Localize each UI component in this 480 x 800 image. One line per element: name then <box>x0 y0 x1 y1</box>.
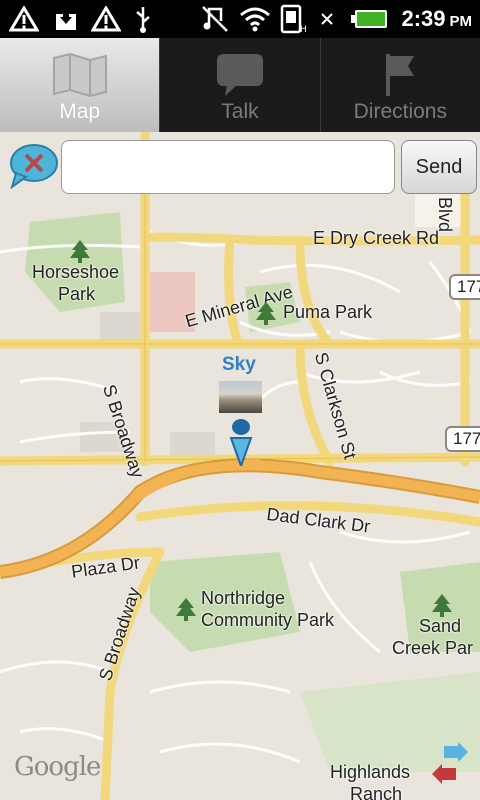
place-label: Horseshoe <box>32 262 120 282</box>
map-view[interactable]: E Dry Creek Rd E Mineral Ave S Broadway … <box>0 132 480 800</box>
place-label: Northridge <box>201 588 286 608</box>
clock-ampm: PM <box>449 13 473 30</box>
place-label: Puma Park <box>283 302 373 322</box>
place-label: Ranch <box>350 784 403 800</box>
wifi-icon <box>238 0 272 38</box>
place-label: Creek Par <box>392 638 474 658</box>
place-label: Sand <box>419 616 462 636</box>
usb-icon <box>130 0 156 38</box>
place-label: Community Park <box>201 610 335 630</box>
speech-bubble-icon <box>215 52 265 98</box>
tab-talk[interactable]: Talk <box>160 38 321 132</box>
park-tree-icon <box>432 594 452 617</box>
tab-talk-label: Talk <box>221 100 259 123</box>
flag-icon <box>380 52 420 98</box>
marker-name: Sky <box>222 354 256 375</box>
place-label: Highlands <box>330 762 411 782</box>
signal-off-icon <box>318 0 336 38</box>
tab-directions-label: Directions <box>353 100 447 123</box>
navigation-arrows-icon[interactable] <box>430 742 470 786</box>
place-label: Park <box>58 284 96 304</box>
music-off-icon <box>200 0 230 38</box>
park-tree-icon <box>176 598 196 621</box>
park-tree-icon <box>256 302 276 325</box>
highway-shield: 177 <box>445 426 480 452</box>
svg-text:H: H <box>300 25 306 34</box>
street-label: E Dry Creek Rd <box>313 228 440 248</box>
send-button[interactable]: Send <box>401 140 477 194</box>
location-pin-icon[interactable] <box>228 418 254 466</box>
download-icon <box>52 0 80 38</box>
chat-bubble-icon[interactable] <box>8 143 58 190</box>
park-tree-icon <box>70 240 90 263</box>
street-label: Blvd <box>435 197 455 233</box>
tab-bar: Map Talk Directions <box>0 38 480 132</box>
map-icon <box>52 52 108 98</box>
marker-avatar[interactable] <box>219 381 262 413</box>
tab-map-label: Map <box>59 100 101 123</box>
google-logo: Google <box>14 752 101 782</box>
battery-icon <box>350 0 390 38</box>
tab-directions[interactable]: Directions <box>321 38 480 132</box>
warning-icon <box>88 0 124 38</box>
tab-map[interactable]: Map <box>0 38 161 132</box>
phone-signal-icon: H <box>278 0 308 38</box>
highway-shield: 177 <box>449 274 480 300</box>
status-bar: H 2:39 PM <box>0 0 480 38</box>
clock-time: 2:39 <box>401 6 446 31</box>
message-input[interactable] <box>61 140 395 194</box>
clock: 2:39 PM <box>401 0 472 38</box>
warning-icon <box>6 0 42 38</box>
